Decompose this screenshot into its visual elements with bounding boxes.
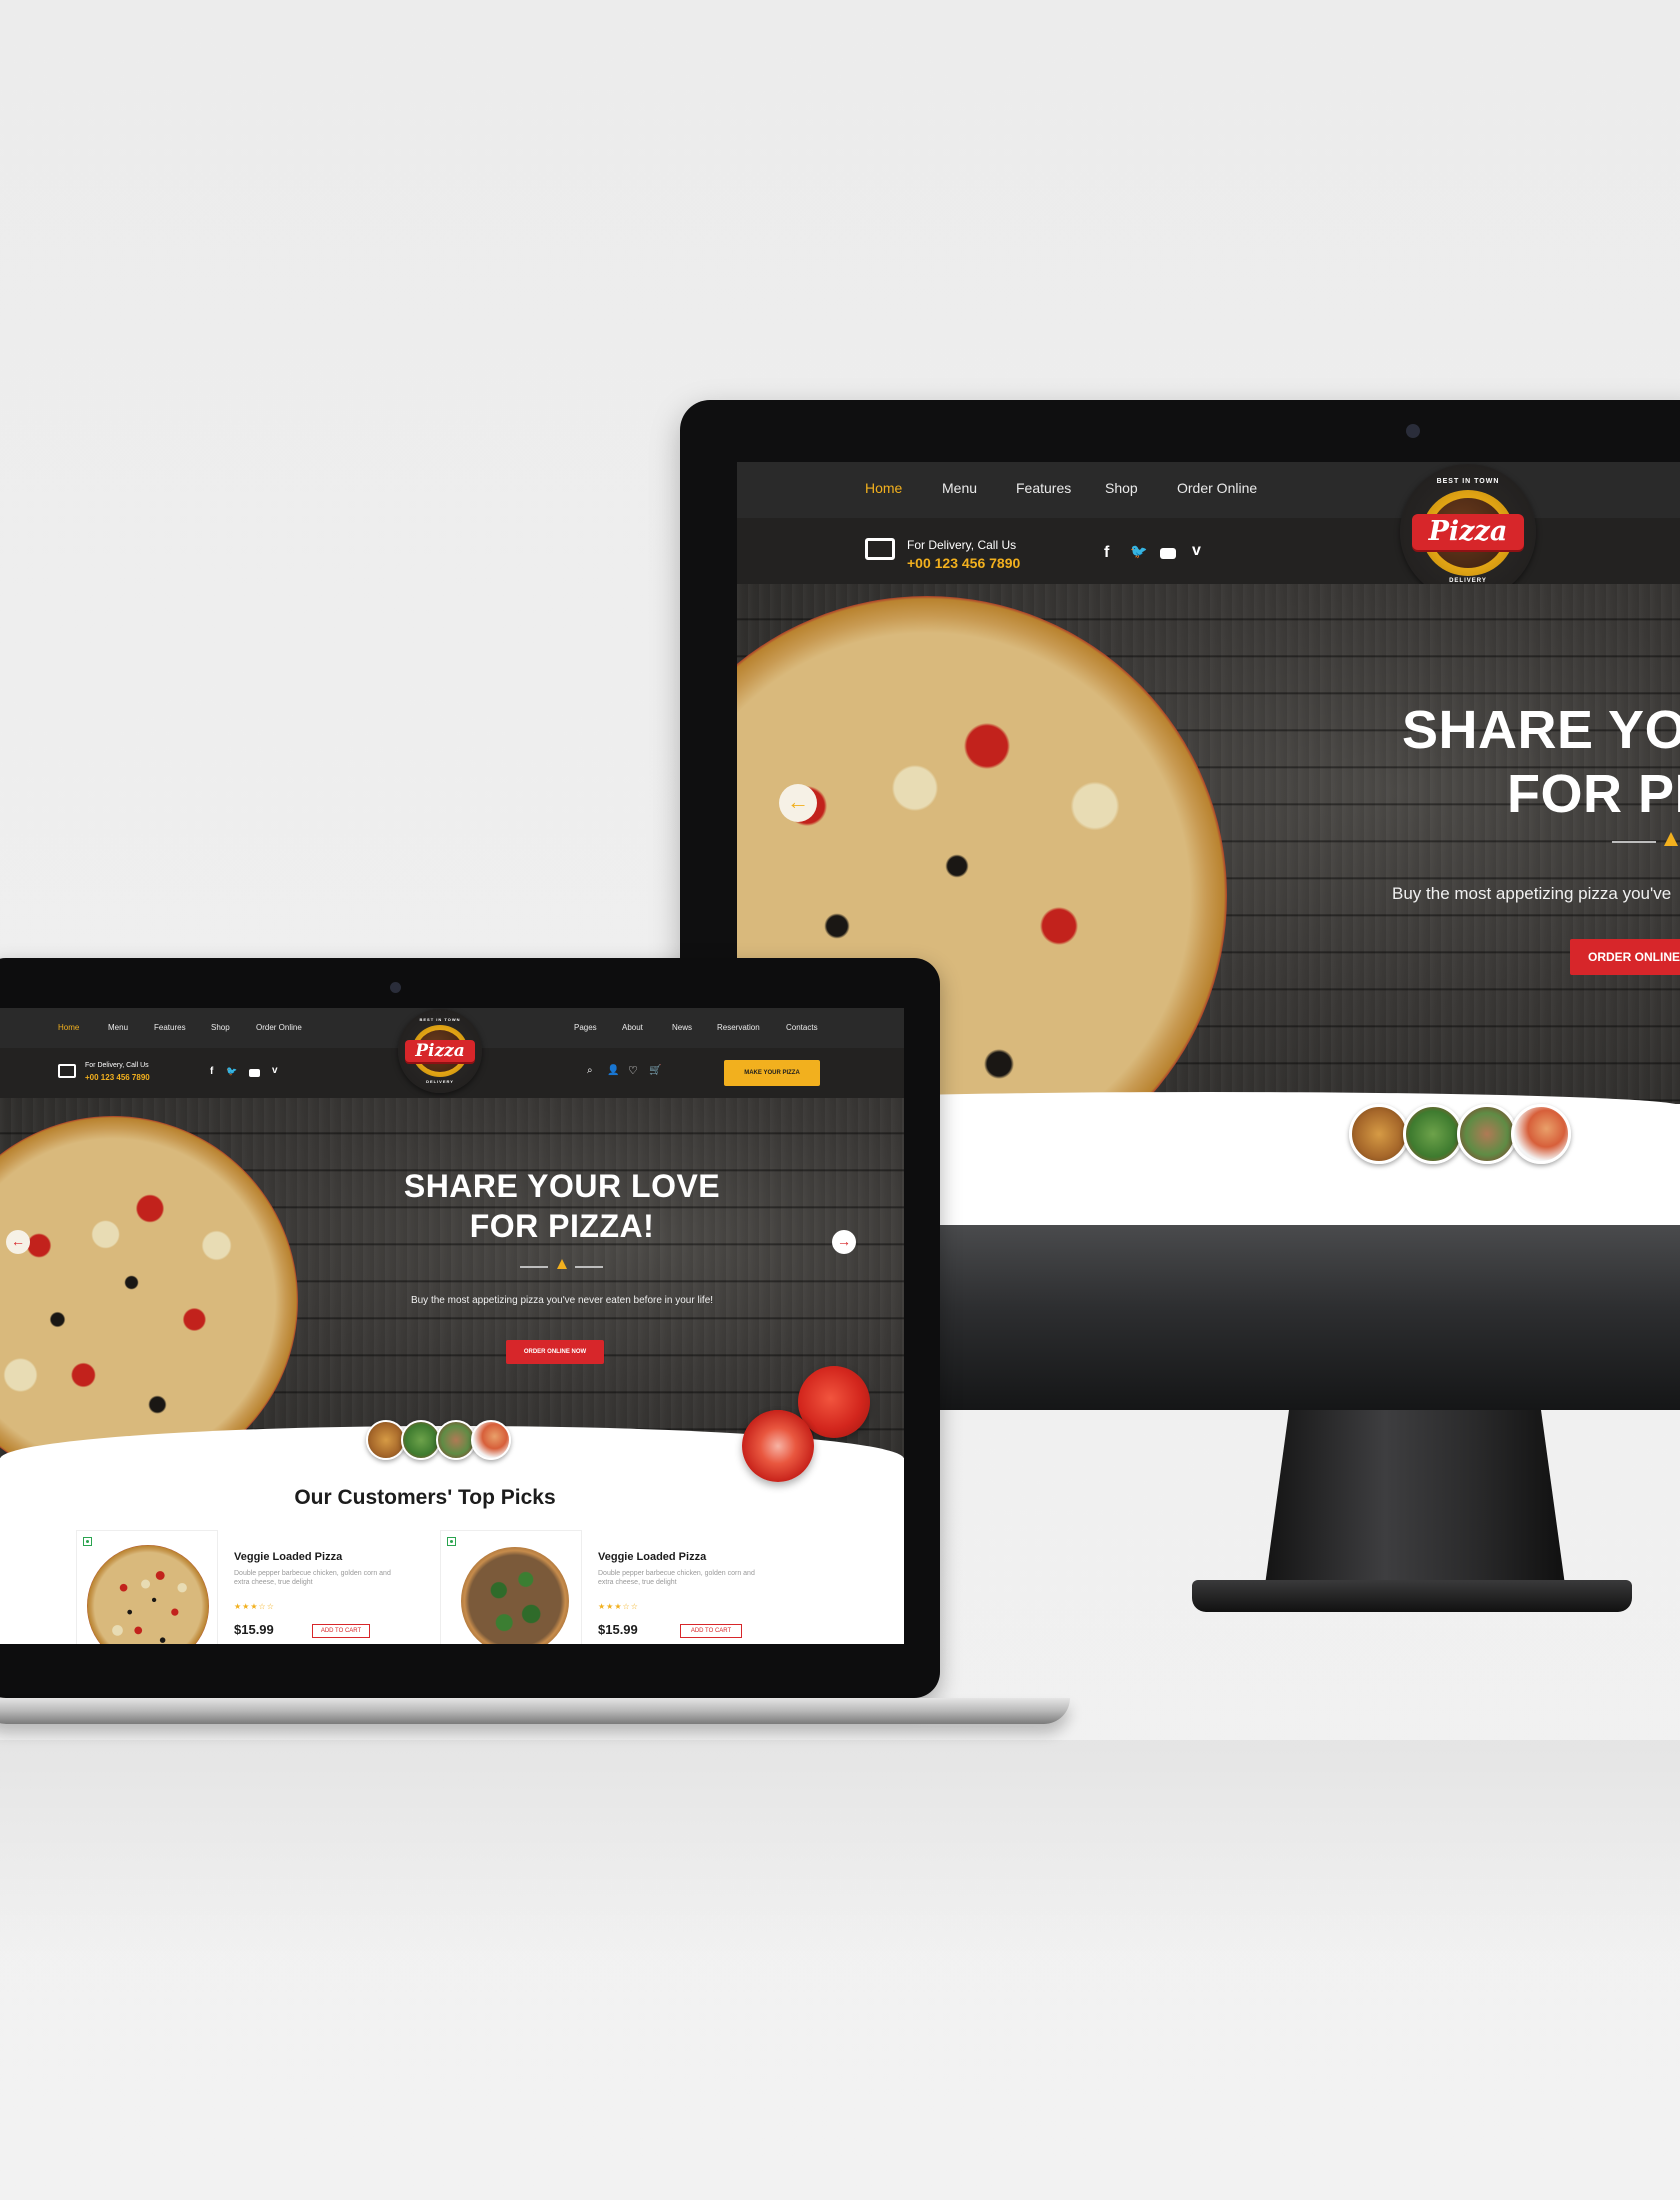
pizza-slice-icon: [557, 1259, 567, 1269]
product-price-2: $15.99: [598, 1622, 638, 1637]
nav-link-home[interactable]: Home: [58, 1023, 79, 1032]
nav-link-shop[interactable]: Shop: [1105, 480, 1138, 496]
logo-bottom-text: DELIVERY: [426, 1079, 454, 1084]
add-to-cart-button-1[interactable]: ADD TO CART: [312, 1624, 370, 1638]
logo-top-text: BEST IN TOWN: [1436, 478, 1500, 485]
slider-prev-button[interactable]: ←: [6, 1230, 30, 1254]
laptop-hero: ← → SHARE YOUR LOVE FOR PIZZA! Buy the m…: [0, 1098, 904, 1486]
category-thumb-1[interactable]: [366, 1420, 406, 1460]
hero-title-line1: SHARE YOUR LOVE: [403, 1168, 721, 1204]
vimeo-icon[interactable]: v: [1192, 542, 1201, 560]
product-rating-1: ★★★☆☆: [234, 1602, 275, 1611]
user-icon[interactable]: 👤: [607, 1065, 619, 1076]
hero-title-line2: FOR PI: [1507, 764, 1680, 824]
delivery-truck-icon: [865, 538, 895, 560]
nav-link-reservation[interactable]: Reservation: [717, 1023, 760, 1032]
monitor-nav-bar: Home Menu Features Shop Order Online: [737, 462, 1680, 518]
category-thumb-1[interactable]: [1349, 1104, 1409, 1164]
logo-wordmark: Pizza: [405, 1040, 475, 1062]
youtube-icon[interactable]: [249, 1069, 260, 1077]
monitor-base: [1192, 1580, 1632, 1612]
search-icon[interactable]: ⌕: [587, 1065, 593, 1076]
product-pizza-1: [87, 1545, 209, 1644]
laptop-screen: Home Menu Features Shop Order Online Pag…: [0, 1008, 904, 1644]
nav-link-features[interactable]: Features: [1016, 480, 1071, 496]
nav-link-shop[interactable]: Shop: [211, 1023, 230, 1032]
hero-title-line1: SHARE YO: [1402, 700, 1680, 760]
youtube-icon[interactable]: [1160, 548, 1176, 559]
slider-prev-button[interactable]: ←: [779, 784, 817, 822]
slider-next-button[interactable]: →: [832, 1230, 856, 1254]
heart-icon[interactable]: ♡: [628, 1064, 638, 1077]
product-description-1: Double pepper barbecue chicken, golden c…: [234, 1570, 391, 1587]
category-thumb-4[interactable]: [471, 1420, 511, 1460]
delivery-label: For Delivery, Call Us: [85, 1062, 149, 1069]
nav-link-about[interactable]: About: [622, 1023, 643, 1032]
nav-link-contacts[interactable]: Contacts: [786, 1023, 818, 1032]
veg-indicator-icon: [83, 1537, 92, 1546]
category-thumb-3[interactable]: [436, 1420, 476, 1460]
laptop-base: [0, 1698, 1070, 1724]
tomato-half-image-front: [742, 1410, 814, 1482]
product-description-2: Double pepper barbecue chicken, golden c…: [598, 1570, 755, 1587]
hero-divider-right: [575, 1266, 603, 1268]
make-your-pizza-button[interactable]: MAKE YOUR PIZZA: [724, 1060, 820, 1086]
facebook-icon[interactable]: f: [210, 1066, 213, 1077]
hero-subtitle: Buy the most appetizing pizza you've: [1392, 884, 1672, 903]
vimeo-icon[interactable]: v: [272, 1065, 278, 1076]
product-price-1: $15.99: [234, 1622, 274, 1637]
veg-indicator-icon: [447, 1537, 456, 1546]
nav-link-pages[interactable]: Pages: [574, 1023, 597, 1032]
delivery-phone[interactable]: +00 123 456 7890: [907, 555, 1020, 571]
pizza-slice-icon: [1664, 832, 1678, 846]
category-thumb-4[interactable]: [1511, 1104, 1571, 1164]
nav-link-news[interactable]: News: [672, 1023, 692, 1032]
nav-link-menu[interactable]: Menu: [108, 1023, 128, 1032]
twitter-icon[interactable]: 🐦: [1130, 543, 1147, 560]
laptop-camera: [390, 982, 401, 993]
top-picks-heading: Our Customers' Top Picks: [294, 1486, 556, 1509]
hero-subtitle: Buy the most appetizing pizza you've nev…: [410, 1295, 714, 1306]
hero-title-line2: FOR PIZZA!: [469, 1208, 655, 1244]
hero-divider-left: [520, 1266, 548, 1268]
category-thumb-2[interactable]: [1403, 1104, 1463, 1164]
nav-link-order-online[interactable]: Order Online: [256, 1023, 302, 1032]
floor-reflection: [0, 1740, 1680, 1960]
product-pizza-2: [461, 1547, 569, 1644]
monitor-info-bar: For Delivery, Call Us +00 123 456 7890 f…: [737, 518, 1680, 584]
product-image-1[interactable]: [76, 1530, 218, 1644]
product-image-2[interactable]: [440, 1530, 582, 1644]
product-title-1[interactable]: Veggie Loaded Pizza: [234, 1551, 342, 1563]
order-online-button[interactable]: ORDER ONLINE N: [1570, 939, 1680, 975]
nav-link-home[interactable]: Home: [865, 480, 902, 496]
product-title-2[interactable]: Veggie Loaded Pizza: [598, 1551, 706, 1563]
nav-link-features[interactable]: Features: [154, 1023, 186, 1032]
delivery-label: For Delivery, Call Us: [907, 538, 1017, 552]
logo-top-text: BEST IN TOWN: [419, 1017, 461, 1022]
delivery-phone[interactable]: +00 123 456 7890: [85, 1073, 150, 1082]
cart-icon[interactable]: 🛒: [649, 1065, 661, 1076]
facebook-icon[interactable]: f: [1104, 544, 1109, 562]
nav-link-menu[interactable]: Menu: [942, 480, 977, 496]
delivery-truck-icon: [58, 1064, 76, 1078]
category-thumb-2[interactable]: [401, 1420, 441, 1460]
nav-link-order-online[interactable]: Order Online: [1177, 480, 1257, 496]
order-online-button[interactable]: ORDER ONLINE NOW: [506, 1340, 604, 1364]
category-thumb-3[interactable]: [1457, 1104, 1517, 1164]
twitter-icon[interactable]: 🐦: [226, 1066, 237, 1077]
product-rating-2: ★★★☆☆: [598, 1602, 639, 1611]
add-to-cart-button-2[interactable]: ADD TO CART: [680, 1624, 742, 1638]
monitor-camera: [1406, 424, 1420, 438]
monitor-stand: [1265, 1410, 1565, 1585]
site-logo[interactable]: BEST IN TOWN Pizza DELIVERY: [1400, 464, 1536, 600]
site-logo[interactable]: BEST IN TOWN Pizza DELIVERY: [398, 1009, 482, 1093]
hero-divider: [1612, 841, 1656, 843]
logo-wordmark: Pizza: [1412, 514, 1524, 550]
